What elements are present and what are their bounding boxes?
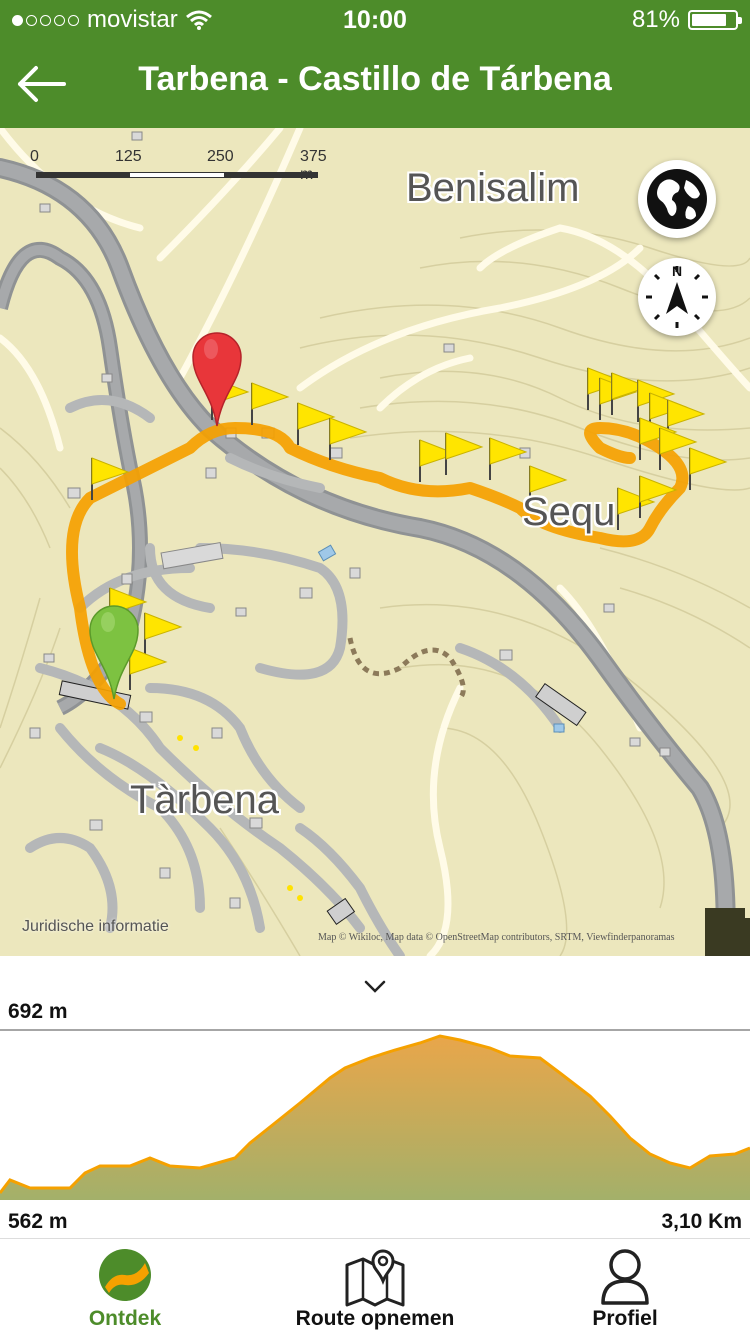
distance-label: 3,10 Km <box>661 1210 742 1233</box>
battery-icon <box>688 10 742 30</box>
map-canvas <box>0 128 750 956</box>
scale-label: 250 <box>207 148 234 165</box>
globe-icon <box>647 169 707 229</box>
status-bar: movistar 10:00 81% <box>0 0 750 40</box>
app-header: Tarbena - Castillo de Tárbena <box>0 40 750 128</box>
page-title: Tarbena - Castillo de Tárbena <box>138 60 612 98</box>
route-map[interactable]: 0 125 250 375 m Benisalim Sequ Tàrbena N <box>0 128 750 956</box>
tab-profiel[interactable]: Profiel <box>500 1239 750 1335</box>
elevation-area <box>0 1036 750 1200</box>
legal-link[interactable]: Juridische informatie <box>22 918 169 936</box>
place-label: Tàrbena <box>130 778 279 822</box>
tab-route-opnemen[interactable]: Route opnemen <box>250 1239 500 1335</box>
elevation-chart <box>0 1029 750 1200</box>
elevation-panel: 692 m 562 m 3,10 Km <box>0 956 750 1238</box>
map-scale: 0 125 250 375 m <box>30 148 330 183</box>
chevron-down-icon <box>364 980 386 993</box>
place-label: Sequ <box>522 490 616 534</box>
elevation-max-label: 692 m <box>8 1000 68 1023</box>
wikiloc-logo-icon <box>99 1249 151 1301</box>
elevation-min-label: 562 m <box>8 1210 68 1233</box>
scale-label: 125 <box>115 148 142 165</box>
map-layers-button[interactable] <box>638 160 716 238</box>
waypoint-flag <box>489 437 528 480</box>
battery-percent: 81% <box>631 6 680 33</box>
place-label: Benisalim <box>406 166 580 210</box>
scale-label: 0 <box>30 148 39 165</box>
tab-ontdek[interactable]: Ontdek <box>0 1239 250 1335</box>
binoculars-icon <box>705 908 750 956</box>
waypoint-flag <box>689 447 728 490</box>
map-attribution: Map © Wikiloc, Map data © OpenStreetMap … <box>318 932 675 943</box>
compass-button[interactable]: N <box>638 258 716 336</box>
scale-label: 375 m <box>300 148 327 183</box>
compass-icon: N <box>646 263 708 328</box>
bottom-tab-bar: Ontdek Route opnemen Profiel <box>0 1238 750 1335</box>
tab-label: Route opnemen <box>295 1307 455 1330</box>
battery-status: 81% <box>631 6 742 34</box>
waypoint-flag <box>297 402 336 445</box>
waypoint-flag <box>251 382 290 425</box>
user-icon <box>601 1249 649 1305</box>
scale-bar <box>36 172 318 178</box>
map-pin-icon <box>345 1249 405 1307</box>
waypoint-flag <box>144 612 183 655</box>
compass-north-label: N <box>672 263 682 279</box>
tab-label: Profiel <box>592 1307 658 1330</box>
tab-label: Ontdek <box>88 1307 162 1330</box>
collapse-button[interactable] <box>360 976 390 996</box>
waypoint-flag <box>445 432 484 475</box>
